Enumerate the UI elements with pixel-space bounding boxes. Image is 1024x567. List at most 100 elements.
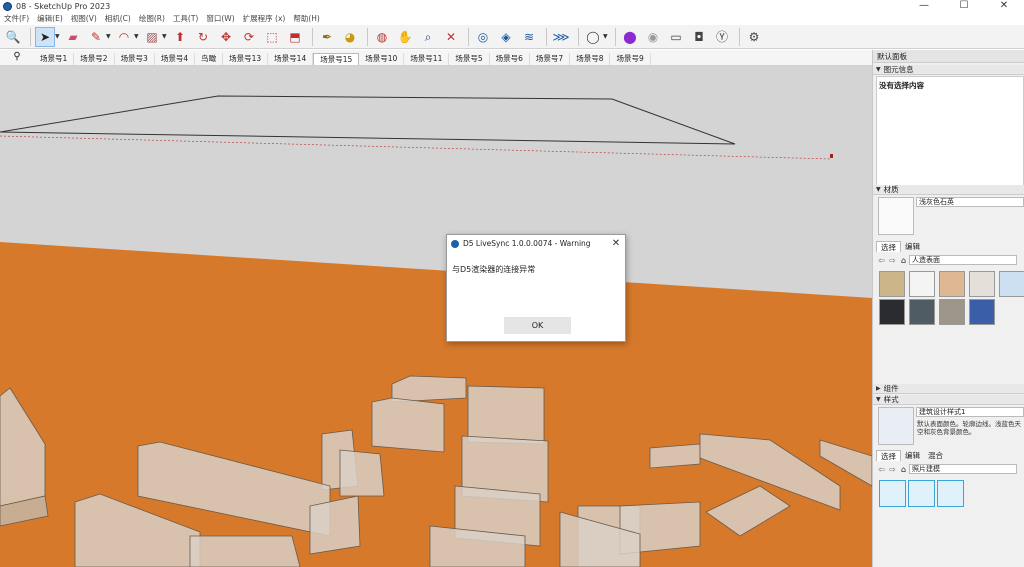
scene-tab[interactable]: 场景号11 (404, 53, 450, 65)
select-arrow-icon[interactable]: ➤ (35, 26, 55, 47)
scene-tab[interactable]: 场景号6 (489, 53, 530, 65)
tab-styles-mix[interactable]: 混合 (924, 450, 947, 461)
scene-tab[interactable]: 场景号9 (610, 53, 651, 65)
forward-arrow-icon[interactable]: ⇨ (887, 256, 898, 265)
scene-search-icon[interactable]: ⚲ (0, 49, 34, 65)
chevron-down-icon[interactable]: ▼ (55, 33, 61, 40)
tab-styles-select[interactable]: 选择 (876, 450, 901, 461)
d5-render-icon[interactable]: ⬤ (620, 27, 640, 47)
style-name-field[interactable] (916, 407, 1024, 417)
style-thumbnail[interactable] (879, 480, 906, 507)
model-viewport[interactable] (0, 66, 872, 567)
material-name-field[interactable] (916, 197, 1024, 207)
video-camera-icon[interactable]: ▭ (666, 27, 686, 47)
menu-extensions[interactable]: 扩展程序 (x) (239, 13, 290, 25)
scene-tab[interactable]: 场景号2 (74, 53, 115, 65)
scene-tab[interactable]: 场景号8 (570, 53, 611, 65)
scale-icon[interactable]: ⬚ (262, 27, 282, 47)
eraser-icon[interactable]: ▰ (63, 27, 83, 47)
scene-tab[interactable]: 场景号14 (268, 53, 314, 65)
scene-tab[interactable]: 场景号7 (529, 53, 571, 65)
scene-tab-current[interactable]: 场景号15 (313, 53, 360, 65)
style-library-select[interactable] (909, 464, 1017, 474)
style-thumbnail[interactable] (908, 480, 935, 507)
y-tool-icon[interactable]: Ⓨ (712, 27, 732, 47)
material-swatch[interactable] (909, 299, 935, 325)
pan-hand-icon[interactable]: ✋ (395, 27, 415, 47)
follow-me-icon[interactable]: ⬒ (285, 27, 305, 47)
d5-sync-icon[interactable]: ⋙ (551, 27, 571, 47)
push-pull-icon[interactable]: ⬆ (170, 27, 190, 47)
move-icon[interactable]: ✥ (216, 27, 236, 47)
gear-icon[interactable]: ⚙ (744, 27, 764, 47)
style-thumbnail[interactable] (937, 480, 964, 507)
menu-draw[interactable]: 绘图(R) (135, 13, 169, 25)
pencil-line-icon[interactable]: ✎ (86, 27, 106, 47)
account-icon[interactable]: ◯ (583, 27, 603, 47)
minimize-button[interactable]: — (904, 0, 944, 13)
zoom-icon[interactable]: ⌕ (418, 27, 438, 47)
tape-measure-icon[interactable]: ✒ (317, 27, 337, 47)
material-swatch[interactable] (999, 271, 1024, 297)
styles-header[interactable]: ▼ 样式 (873, 395, 1024, 405)
paint-bucket-icon[interactable]: ◕ (340, 27, 360, 47)
scene-tab[interactable]: 场景号10 (359, 53, 405, 65)
material-swatch[interactable] (879, 299, 905, 325)
chevron-down-icon[interactable]: ▼ (134, 33, 140, 40)
photo-camera-icon[interactable]: ◘ (689, 27, 709, 47)
material-swatch[interactable] (969, 299, 995, 325)
chevron-down-icon: ▼ (876, 185, 881, 193)
entity-info-header[interactable]: ▼ 图元信息 (873, 65, 1024, 75)
search-icon[interactable]: 🔍 (3, 27, 23, 47)
tab-materials-edit[interactable]: 编辑 (901, 241, 924, 252)
scene-tab[interactable]: 场景号1 (34, 53, 75, 65)
layers-icon[interactable]: ≋ (519, 27, 539, 47)
toolbar-separator (30, 27, 31, 46)
rotate-icon[interactable]: ⟳ (239, 27, 259, 47)
materials-header[interactable]: ▼ 材质 (873, 185, 1024, 195)
zoom-extents-icon[interactable]: ✕ (441, 27, 461, 47)
style-thumbnails (879, 480, 966, 507)
offset-icon[interactable]: ↻ (193, 27, 213, 47)
scene-tab[interactable]: 场景号4 (154, 53, 196, 65)
home-icon[interactable]: ⌂ (898, 256, 909, 265)
material-swatch[interactable] (939, 299, 965, 325)
arc-icon[interactable]: ◠ (114, 27, 134, 47)
material-library-select[interactable] (909, 255, 1017, 265)
tab-materials-select[interactable]: 选择 (876, 241, 901, 252)
orbit-icon[interactable]: ◍ (372, 27, 392, 47)
menu-camera[interactable]: 相机(C) (101, 13, 135, 25)
forward-arrow-icon[interactable]: ⇨ (887, 465, 898, 474)
scene-tab[interactable]: 鸟瞰 (195, 53, 224, 65)
material-swatch[interactable] (969, 271, 995, 297)
chevron-down-icon[interactable]: ▼ (603, 33, 609, 40)
chevron-down-icon[interactable]: ▼ (162, 33, 168, 40)
back-arrow-icon[interactable]: ⇦ (876, 256, 887, 265)
back-arrow-icon[interactable]: ⇦ (876, 465, 887, 474)
close-icon[interactable]: ✕ (607, 238, 625, 249)
maximize-button[interactable]: ☐ (944, 0, 984, 13)
close-window-button[interactable]: ✕ (984, 0, 1024, 13)
components-header[interactable]: ▶ 组件 (873, 384, 1024, 394)
ok-button[interactable]: OK (504, 317, 571, 334)
menu-edit[interactable]: 编辑(E) (33, 13, 67, 25)
extension-warehouse-icon[interactable]: ◈ (496, 27, 516, 47)
scene-tab[interactable]: 场景号5 (449, 53, 490, 65)
tab-styles-edit[interactable]: 编辑 (901, 450, 924, 461)
rectangle-icon[interactable]: ▨ (142, 27, 162, 47)
home-icon[interactable]: ⌂ (898, 465, 909, 474)
chevron-down-icon: ▼ (876, 65, 881, 73)
scene-tab[interactable]: 场景号3 (114, 53, 155, 65)
menu-tools[interactable]: 工具(T) (169, 13, 202, 25)
material-swatch[interactable] (939, 271, 965, 297)
material-swatch[interactable] (879, 271, 905, 297)
warehouse-icon[interactable]: ◎ (473, 27, 493, 47)
menu-window[interactable]: 窗口(W) (202, 13, 238, 25)
record-icon[interactable]: ◉ (643, 27, 663, 47)
chevron-down-icon[interactable]: ▼ (106, 33, 112, 40)
menu-view[interactable]: 视图(V) (67, 13, 101, 25)
menu-file[interactable]: 文件(F) (0, 13, 33, 25)
material-swatch[interactable] (909, 271, 935, 297)
menu-help[interactable]: 帮助(H) (289, 13, 324, 25)
scene-tab[interactable]: 场景号13 (223, 53, 269, 65)
